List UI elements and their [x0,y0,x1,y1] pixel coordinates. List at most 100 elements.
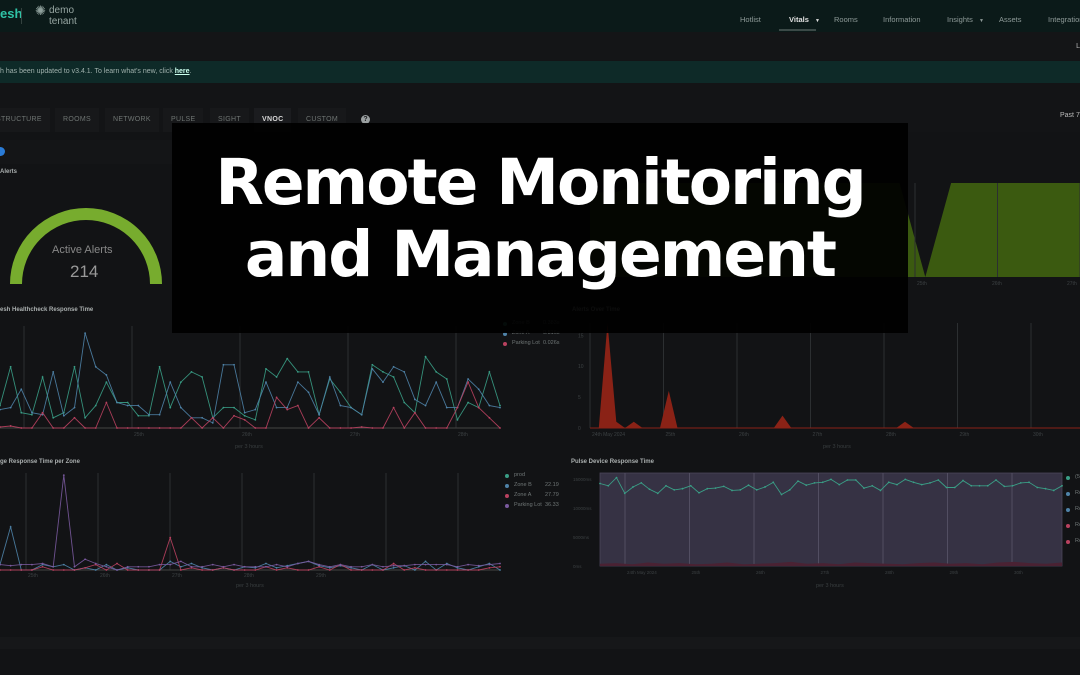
data-point [731,489,733,492]
banner-suffix: . [189,68,192,75]
time-range-selector[interactable]: Past 7 [1060,112,1080,119]
data-point [698,491,700,494]
x-tick-label: 27th [821,570,830,575]
data-point [179,569,182,571]
data-point [148,569,150,571]
nav-assets[interactable]: Assets [999,15,1022,24]
banner-text: h has been updated to v3.4.1. To learn w… [0,68,175,75]
data-point [84,427,87,429]
tenant-name[interactable]: demo tenant [49,5,77,27]
data-point [953,486,956,489]
data-point [1028,481,1030,484]
tab-network[interactable]: NETWORK [105,108,159,132]
x-tick-label: 26th [242,432,252,438]
data-point [307,371,310,373]
y-tick-label: 15 [578,333,584,339]
data-point [747,484,750,487]
data-point [607,484,610,487]
data-point [73,406,76,409]
data-point [222,427,225,429]
data-point [116,562,118,565]
data-point [403,371,406,373]
tenant-line-1: demo [49,5,75,16]
data-point [477,388,480,391]
data-point [169,563,172,566]
data-point [350,406,352,409]
data-point [350,569,352,571]
data-point [424,569,427,571]
data-point [201,416,204,419]
data-point [31,411,33,414]
data-point [169,427,172,429]
data-point [360,569,363,571]
data-point [681,487,684,490]
data-point [456,569,459,571]
banner-link[interactable]: here [175,68,190,75]
footer-band [0,637,1080,649]
data-point [137,404,140,407]
data-point [986,484,989,487]
headline-title: Remote Monitoring and Management [172,147,908,291]
x-tick-label: 26th [992,281,1002,287]
data-point [970,484,973,487]
y-tick-label: 0ms [573,564,582,569]
gauge-value: 214 [70,262,99,281]
data-point [403,569,406,571]
data-point [307,391,310,394]
data-point [1011,484,1014,487]
update-banner: h has been updated to v3.4.1. To learn w… [0,61,1080,83]
brand-logo[interactable]: esh [0,6,22,21]
data-point [640,481,643,484]
nav-insights[interactable]: Insights ▼ [947,15,984,24]
nav-hotlist[interactable]: Hotlist [740,15,761,24]
tab-rooms[interactable]: ROOMS [55,108,99,132]
data-point [9,525,12,528]
data-point [84,416,87,419]
data-point [623,492,626,495]
data-point [477,564,480,567]
data-point [126,404,129,407]
data-point [105,374,108,376]
x-tick-label: 25th [134,432,144,438]
data-point [339,391,342,394]
data-point [296,381,299,383]
data-point [665,484,667,487]
data-point [978,484,981,487]
data-point [286,565,289,568]
headline-line-1: Remote Monitoring [215,146,866,219]
data-point [169,406,172,409]
data-point [392,562,395,565]
data-point [689,484,692,487]
data-point [1061,484,1063,487]
x-tick-label: 25th [917,281,927,287]
data-point [20,427,23,429]
nav-information[interactable]: Information [883,15,921,24]
data-point [456,418,459,421]
data-point [148,565,150,568]
nav-vitals[interactable]: Vitals ▼ [789,15,820,24]
data-point [350,565,352,568]
data-point [350,427,352,429]
data-point [265,367,267,370]
data-point [382,565,384,568]
data-point [488,416,491,419]
data-point [41,565,44,568]
data-point [805,484,808,487]
data-point [424,355,427,358]
data-point [296,404,299,407]
nav-rooms[interactable]: Rooms [834,15,858,24]
tab-structure[interactable]: STRUCTURE [0,108,50,132]
data-point [648,488,651,491]
data-point [179,381,182,383]
user-menu[interactable]: L [1076,43,1080,50]
nav-integrations[interactable]: Integration [1048,15,1080,24]
pulse-panel-title: Pulse Device Response Time [571,459,654,465]
data-point [296,371,299,373]
nav-insights-label: Insights [947,15,973,24]
data-point [413,566,416,569]
data-point [656,492,659,495]
zone-response-panel-title: ge Response Time per Zone [0,459,80,465]
data-point [105,381,108,383]
data-point [52,427,55,429]
data-point [371,569,374,571]
